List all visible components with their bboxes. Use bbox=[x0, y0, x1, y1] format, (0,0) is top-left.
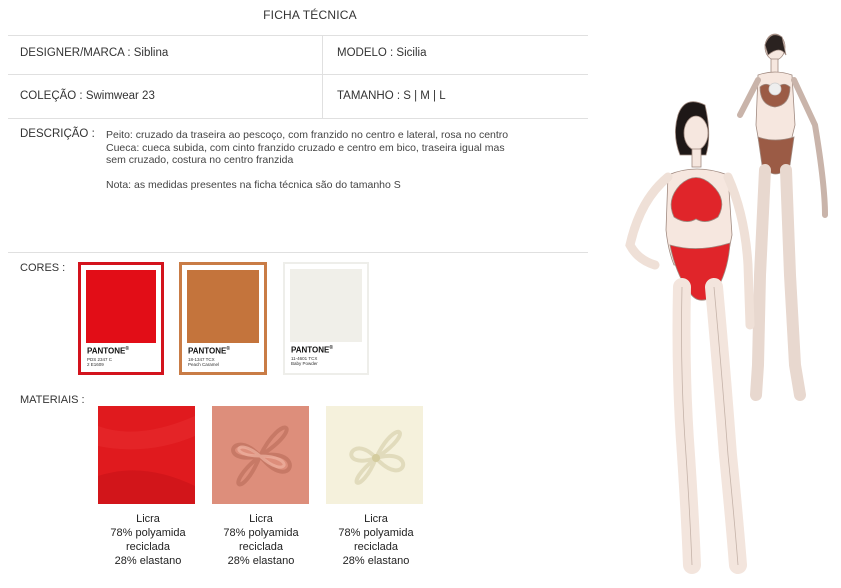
sizes: TAMANHO : S | M | L bbox=[337, 90, 446, 102]
fabric-sample-cream bbox=[326, 406, 423, 504]
divider bbox=[8, 35, 588, 36]
pantone-code: PDS 2347 C 2 E1609 bbox=[87, 357, 112, 367]
material-composition: 28% elastano bbox=[342, 555, 410, 567]
fashion-illustration bbox=[610, 25, 841, 583]
material-composition: 28% elastano bbox=[114, 555, 182, 567]
material-composition: 78% polyamida bbox=[110, 527, 186, 539]
pantone-logo: PANTONE® bbox=[188, 346, 231, 356]
color-swatch-baby-powder: PANTONE® 11-4601 TCX Baby Powder bbox=[283, 262, 369, 375]
designer-brand: DESIGNER/MARCA : Siblina bbox=[20, 47, 169, 59]
swatch-chip bbox=[86, 270, 156, 343]
fabric-sample-peach bbox=[212, 406, 309, 504]
color-swatch-red: PANTONE® PDS 2347 C 2 E1609 bbox=[78, 262, 164, 375]
pantone-name: Peach Caramel bbox=[188, 362, 220, 367]
description-line: Peito: cruzado da traseira ao pescoço, c… bbox=[106, 129, 509, 141]
pantone-code: 18-1347 TCX Peach Caramel bbox=[188, 357, 219, 367]
collection: COLEÇÃO : Swimwear 23 bbox=[20, 90, 155, 102]
divider bbox=[322, 35, 323, 118]
pantone-name: Baby Powder bbox=[291, 361, 318, 366]
material-description: Licra 78% polyamida reciclada 28% elasta… bbox=[88, 512, 208, 568]
model: MODELO : Sicilia bbox=[337, 47, 427, 59]
description-line: sem cruzado, costura no centro franzida bbox=[106, 154, 294, 166]
page-title: FICHA TÉCNICA bbox=[263, 8, 357, 22]
pantone-logo: PANTONE® bbox=[291, 345, 334, 355]
description-label: DESCRIÇÃO : bbox=[20, 128, 95, 140]
material-name: Licra bbox=[364, 513, 388, 525]
materials-label: MATERIAIS : bbox=[20, 394, 85, 406]
description-note: Nota: as medidas presentes na ficha técn… bbox=[106, 178, 401, 191]
front-figure bbox=[625, 101, 755, 574]
material-composition: 78% polyamida bbox=[338, 527, 414, 539]
divider bbox=[8, 252, 588, 253]
pantone-name: 2 E1609 bbox=[87, 362, 104, 367]
fabric-sample-red bbox=[98, 406, 195, 504]
material-composition: 28% elastano bbox=[227, 555, 295, 567]
pantone-code: 11-4601 TCX Baby Powder bbox=[291, 356, 318, 366]
back-figure bbox=[737, 33, 828, 401]
material-composition: reciclada bbox=[238, 541, 284, 553]
divider bbox=[8, 74, 588, 75]
description-line: Cueca: cueca subida, com cinto franzido … bbox=[106, 141, 505, 154]
material-composition: reciclada bbox=[125, 541, 171, 553]
divider bbox=[8, 118, 588, 119]
description-text: Peito: cruzado da traseira ao pescoço, c… bbox=[106, 129, 596, 191]
swatch-chip bbox=[187, 270, 259, 343]
pantone-logo: PANTONE® bbox=[87, 346, 130, 356]
swatch-chip bbox=[290, 269, 362, 342]
material-description: Licra 78% polyamida reciclada 28% elasta… bbox=[201, 512, 321, 568]
material-composition: reciclada bbox=[353, 541, 399, 553]
material-composition: 78% polyamida bbox=[223, 527, 299, 539]
material-name: Licra bbox=[249, 513, 273, 525]
colors-label: CORES : bbox=[20, 262, 66, 274]
material-description: Licra 78% polyamida reciclada 28% elasta… bbox=[316, 512, 436, 568]
color-swatch-caramel: PANTONE® 18-1347 TCX Peach Caramel bbox=[179, 262, 267, 375]
material-name: Licra bbox=[136, 513, 160, 525]
